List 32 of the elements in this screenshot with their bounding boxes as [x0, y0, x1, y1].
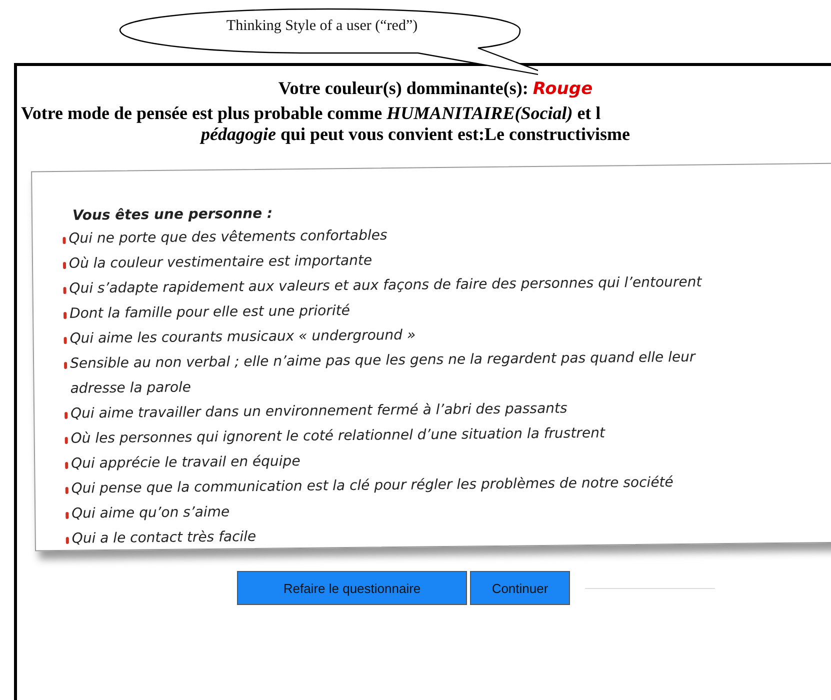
trait-text: Où la couleur vestimentaire est importante: [68, 252, 372, 274]
bullet-icon: [66, 512, 69, 519]
bullet-icon: [62, 262, 66, 269]
bullet-icon: [66, 536, 69, 544]
bullet-icon: [65, 462, 68, 469]
traits-title: Vous êtes une personne :: [72, 206, 273, 224]
bullet-icon: [64, 412, 68, 419]
trait-text: Dont la famille pour elle est une priorité: [69, 302, 350, 324]
trait-text: Qui aime travailler dans un environnement fermé à l’abri des passants: [70, 400, 568, 424]
continue-button[interactable]: Continuer: [470, 571, 570, 605]
bullet-icon: [63, 286, 66, 294]
bullet-icon: [62, 236, 66, 244]
trait-text: Sensible au non verbal ; elle n’aime pas que les gens ne la regardent pas quand elle leur adresse la parole: [70, 348, 697, 399]
bullet-icon: [64, 436, 68, 444]
trait-text: Qui ne porte que des vêtements confortables: [68, 226, 388, 249]
trait-text: Où les personnes qui ignorent le coté relationnel d’une situation la frustrent: [70, 424, 606, 449]
summary-text: Votre mode de pensée est plus probable comme HUMANITAIRE(Social) et l: [21, 103, 601, 123]
redo-button[interactable]: Refaire le questionnaire: [237, 571, 467, 605]
trait-text: Qui s’adapte rapidement aux valeurs et aux façons de faire des personnes qui l’entourent: [69, 273, 702, 299]
trait-text: Qui pense que la communication est la clé pour régler les problèmes de notre société: [71, 474, 674, 499]
bullet-icon: [65, 486, 68, 494]
trait-text: Qui aime qu’on s’aime: [72, 503, 230, 524]
trait-text: Qui aime les courants musicaux « underground »: [70, 326, 416, 349]
dominant-color-label: Votre couleur(s) domminante(s):: [278, 78, 528, 98]
trait-text: Qui a le contact très facile: [72, 528, 256, 549]
trait-text: Qui apprécie le travail en équipe: [70, 452, 300, 474]
summary-text: pédagogie qui peut vous convient est:Le constructivisme: [201, 124, 630, 144]
dominant-color-value: Rouge: [532, 79, 593, 99]
bullet-icon: [64, 336, 67, 344]
bubble-caption: Thinking Style of a user (“red”): [225, 18, 419, 35]
bullet-icon: [64, 362, 68, 369]
bullet-icon: [64, 312, 67, 319]
